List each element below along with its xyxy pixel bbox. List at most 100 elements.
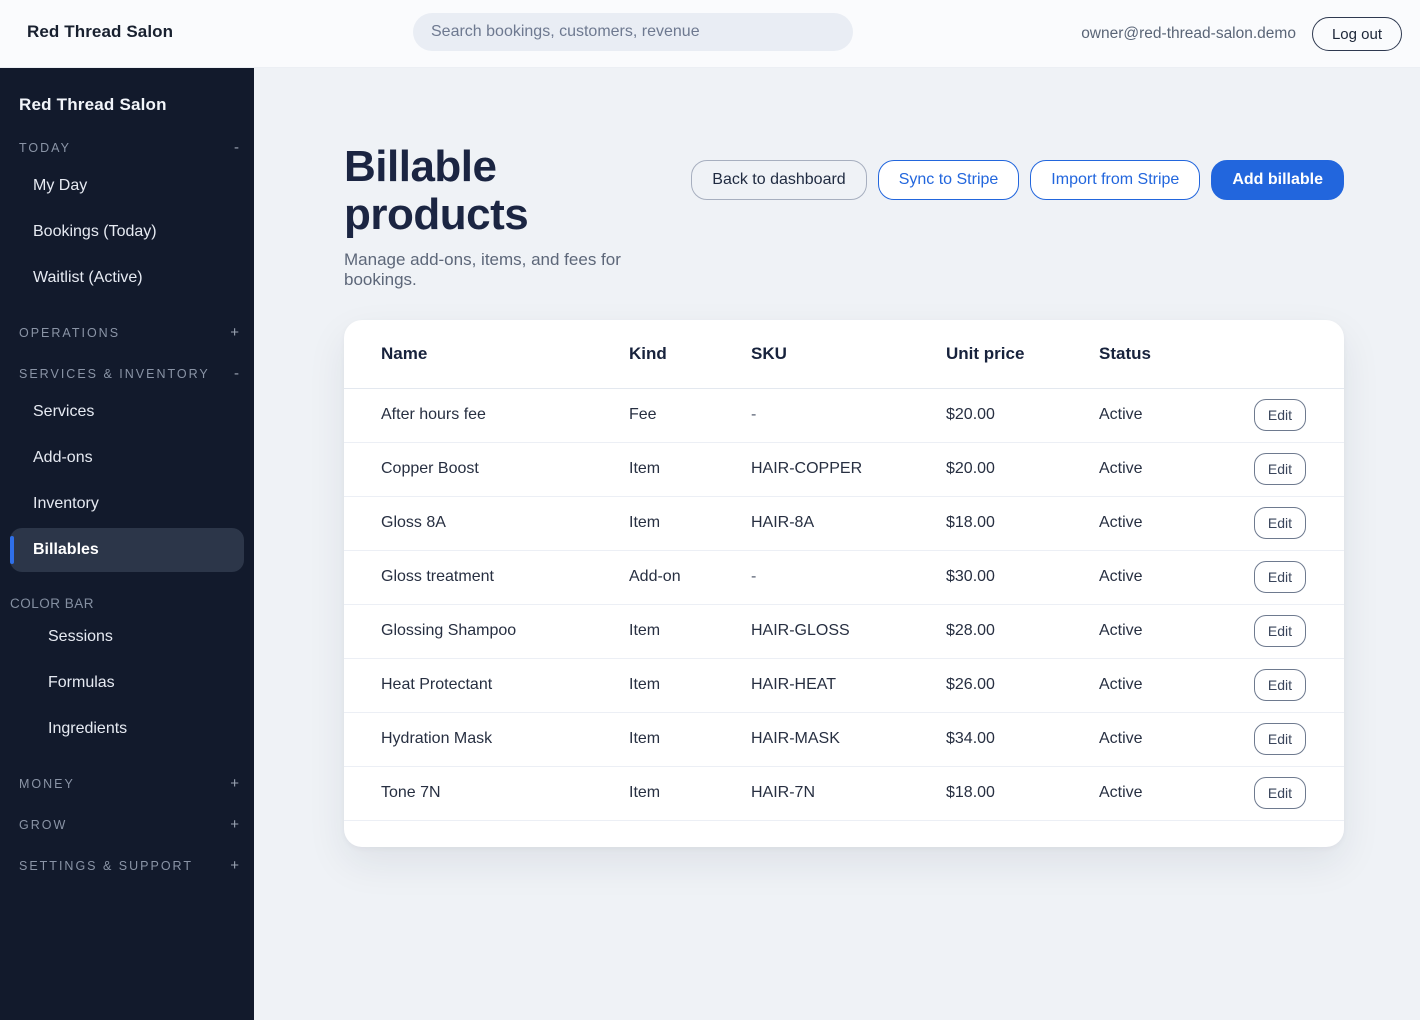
sidebar: Red Thread Salon TODAY - My Day Bookings (T… [0,68,254,1020]
table-header-row: Name Kind SKU Unit price Status [344,320,1344,389]
cell-name: Heat Protectant [381,676,493,694]
billables-table-card: Name Kind SKU Unit price Status After hours … [344,319,1344,847]
collapse-icon[interactable]: - [234,139,239,156]
active-indicator [10,536,14,564]
cell-sku: HAIR-COPPER [751,460,863,478]
edit-button[interactable]: Edit [1253,615,1306,648]
sidebar-section-header-settings-support[interactable]: SETTINGS & SUPPORT + [0,857,254,874]
sidebar-item-formulas[interactable]: Formulas [10,661,244,705]
edit-button[interactable]: Edit [1253,453,1306,486]
expand-icon[interactable]: + [230,775,239,792]
cell-kind: Item [629,784,661,802]
cell-unit-price: $34.00 [946,730,995,748]
column-header-sku: SKU [751,343,787,363]
sidebar-item-label: Sessions [48,628,113,645]
table-row: Heat Protectant Item HAIR-HEAT $26.00 Active… [344,659,1344,713]
cell-name: Copper Boost [381,460,479,478]
sidebar-item-waitlist-active[interactable]: Waitlist (Active) [10,256,244,300]
cell-status: Active [1099,460,1143,478]
cell-status: Active [1099,784,1143,802]
cell-actions: Edit [1253,723,1306,756]
sidebar-item-label: My Day [33,177,88,194]
sidebar-section-header-services-inventory[interactable]: SERVICES & INVENTORY - [0,365,254,382]
collapse-icon[interactable]: - [234,365,239,382]
sidebar-item-label: Services [33,403,95,420]
edit-button[interactable]: Edit [1253,723,1306,756]
sidebar-item-my-day[interactable]: My Day [10,164,244,208]
page-actions: Back to dashboard Sync to Stripe Import … [691,160,1344,200]
cell-sku: HAIR-GLOSS [751,622,850,640]
cell-unit-price: $20.00 [946,406,995,424]
sidebar-item-inventory[interactable]: Inventory [10,482,244,526]
sidebar-item-add-ons[interactable]: Add-ons [10,436,244,480]
sidebar-item-label: Inventory [33,495,99,512]
cell-kind: Item [629,460,661,478]
sidebar-item-sessions[interactable]: Sessions [10,615,244,659]
import-from-stripe-button[interactable]: Import from Stripe [1030,160,1201,200]
edit-button[interactable]: Edit [1253,399,1306,432]
sidebar-section: OPERATIONS + [0,324,254,341]
column-header-status: Status [1099,343,1151,363]
topbar-brand: Red Thread Salon [27,22,174,41]
sync-to-stripe-button[interactable]: Sync to Stripe [877,160,1020,200]
cell-status: Active [1099,622,1143,640]
sidebar-section-header-today[interactable]: TODAY - [0,139,254,156]
cell-actions: Edit [1253,669,1306,702]
column-header-kind: Kind [629,343,667,363]
page-subtitle: Manage add-ons, items, and fees for book… [344,249,621,289]
sidebar-section: COLOR BAR Sessions Formulas Ingredients [0,596,254,751]
table-row: Gloss 8A Item HAIR-8A $18.00 Active Edit [344,497,1344,551]
cell-actions: Edit [1253,777,1306,810]
sidebar-section-header-money[interactable]: MONEY + [0,775,254,792]
cell-kind: Item [629,514,661,532]
section-label: COLOR BAR [10,596,95,611]
table-row: Gloss treatment Add-on - $30.00 Active Edit [344,551,1344,605]
sidebar-section: SETTINGS & SUPPORT + [0,857,254,874]
edit-button[interactable]: Edit [1253,561,1306,594]
cell-sku: HAIR-MASK [751,730,840,748]
sidebar-section-header-color-bar: COLOR BAR [0,596,254,611]
sidebar-item-label: Ingredients [48,720,128,737]
column-header-name: Name [381,343,428,363]
sidebar-section-header-operations[interactable]: OPERATIONS + [0,324,254,341]
table-row: Tone 7N Item HAIR-7N $18.00 Active Edit [344,767,1344,821]
table-row: Glossing Shampoo Item HAIR-GLOSS $28.00 Acti… [344,605,1344,659]
edit-button[interactable]: Edit [1253,507,1306,540]
sidebar-section-header-grow[interactable]: GROW + [0,816,254,833]
cell-actions: Edit [1253,615,1306,648]
cell-actions: Edit [1253,453,1306,486]
sidebar-nav: TODAY - My Day Bookings (Today) Waitlist (Ac… [0,139,254,874]
expand-icon[interactable]: + [230,324,239,341]
main-content: Billable products Manage add-ons, items,… [254,68,1420,1020]
cell-unit-price: $18.00 [946,514,995,532]
cell-status: Active [1099,514,1143,532]
cell-actions: Edit [1253,399,1306,432]
expand-icon[interactable]: + [230,857,239,874]
sidebar-item-services[interactable]: Services [10,390,244,434]
page-title-block: Billable products Manage add-ons, items,… [344,142,691,290]
cell-kind: Fee [629,406,657,424]
cell-unit-price: $28.00 [946,622,995,640]
sidebar-item-bookings-today[interactable]: Bookings (Today) [10,210,244,254]
page-header: Billable products Manage add-ons, items,… [344,142,1344,290]
cell-unit-price: $26.00 [946,676,995,694]
back-to-dashboard-button[interactable]: Back to dashboard [691,160,867,200]
cell-name: Glossing Shampoo [381,622,517,640]
logout-button[interactable]: Log out [1311,17,1402,51]
page-title: Billable products [344,142,529,240]
sidebar-item-label: Waitlist (Active) [33,269,143,286]
sidebar-section: MONEY + [0,775,254,792]
cell-actions: Edit [1253,507,1306,540]
cell-name: Gloss 8A [381,514,446,532]
table-row: Copper Boost Item HAIR-COPPER $20.00 Active E… [344,443,1344,497]
expand-icon[interactable]: + [230,816,239,833]
edit-button[interactable]: Edit [1253,669,1306,702]
sidebar-item-ingredients[interactable]: Ingredients [10,707,244,751]
sidebar-item-billables[interactable]: Billables [10,528,244,572]
edit-button[interactable]: Edit [1253,777,1306,810]
search-input[interactable] [413,13,853,51]
add-billable-button[interactable]: Add billable [1211,160,1344,200]
section-label: SETTINGS & SUPPORT [19,858,193,873]
cell-kind: Item [629,622,661,640]
cell-name: Gloss treatment [381,568,494,586]
